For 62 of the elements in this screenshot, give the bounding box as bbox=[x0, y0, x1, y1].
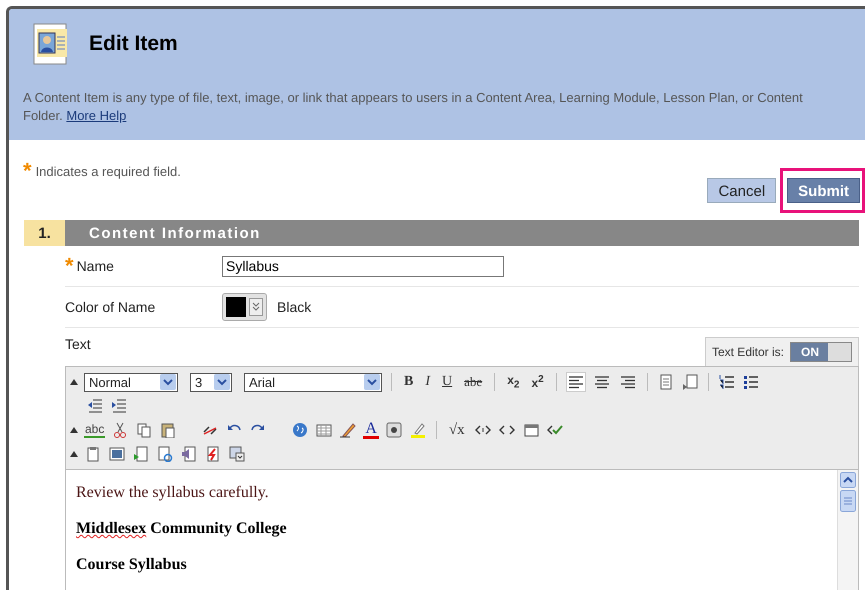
numbered-list-icon[interactable] bbox=[718, 374, 736, 390]
outdent-icon[interactable] bbox=[86, 398, 104, 414]
window-icon[interactable] bbox=[522, 422, 540, 438]
highlighter-icon[interactable] bbox=[408, 422, 427, 438]
dropdown-icon bbox=[160, 374, 176, 390]
color-picker[interactable] bbox=[222, 293, 267, 321]
editor-toggle[interactable]: ON bbox=[790, 342, 852, 362]
preview-icon[interactable] bbox=[156, 446, 174, 462]
copy-icon[interactable] bbox=[135, 422, 154, 438]
formula-button[interactable]: √x bbox=[446, 422, 468, 438]
indent-icon[interactable] bbox=[110, 398, 128, 414]
dropdown-icon bbox=[214, 374, 230, 390]
more-help-link[interactable]: More Help bbox=[66, 108, 126, 123]
script-button[interactable]: x$_{2}$ bbox=[504, 373, 522, 391]
format-button[interactable]: abe bbox=[461, 374, 486, 390]
collapse-icon[interactable] bbox=[70, 427, 78, 433]
collapse-icon[interactable] bbox=[70, 379, 78, 385]
content-heading: Course Syllabus bbox=[76, 556, 188, 574]
paste-icon[interactable] bbox=[159, 422, 178, 438]
color-name: Black bbox=[277, 299, 312, 315]
collapse-icon[interactable] bbox=[70, 451, 78, 457]
font-color-button[interactable]: A bbox=[363, 422, 379, 438]
align-button[interactable] bbox=[566, 372, 586, 392]
content-item-icon bbox=[33, 23, 69, 65]
section-number: 1. bbox=[24, 220, 65, 246]
scroll-thumb[interactable] bbox=[840, 490, 856, 512]
format-button[interactable]: B bbox=[401, 374, 416, 390]
format-button[interactable]: U bbox=[439, 374, 456, 390]
pencil-icon[interactable] bbox=[339, 422, 358, 438]
format-select[interactable]: Normal bbox=[84, 372, 178, 392]
script-button[interactable]: x$^{2}$ bbox=[528, 374, 547, 390]
dropdown-icon bbox=[249, 298, 263, 316]
page-description: A Content Item is any type of file, text, image, or link that appears to users in a Content Area, Learning Module, Lesson Plan, or Content Folder. More Help bbox=[23, 89, 804, 125]
section-title-bar: Content Information bbox=[65, 220, 859, 246]
globe-icon[interactable] bbox=[291, 422, 310, 438]
dropdown-icon bbox=[364, 374, 380, 390]
mashup-icon[interactable] bbox=[228, 446, 246, 462]
field-label: Text bbox=[65, 336, 91, 352]
required-asterisk: * bbox=[65, 259, 74, 273]
size-select[interactable]: 3 bbox=[190, 372, 232, 392]
table-icon[interactable] bbox=[315, 422, 334, 438]
scroll-up-icon[interactable] bbox=[840, 472, 856, 488]
toggle-label: Text Editor is: bbox=[712, 345, 784, 359]
spellcheck-button[interactable]: abc bbox=[84, 422, 106, 438]
submit-button[interactable]: Submit bbox=[787, 178, 860, 203]
format-button[interactable]: I bbox=[422, 374, 434, 390]
required-asterisk: * bbox=[23, 164, 32, 179]
image-icon[interactable] bbox=[108, 446, 126, 462]
required-note: Indicates a required field. bbox=[36, 164, 181, 179]
content-heading: Middlesex Community College bbox=[76, 520, 288, 538]
name-input[interactable]: Syllabus bbox=[222, 256, 504, 276]
document-arrow-icon[interactable] bbox=[680, 374, 699, 390]
field-label: Name bbox=[76, 258, 114, 274]
dial-icon[interactable] bbox=[384, 422, 403, 438]
audio-file-icon[interactable] bbox=[180, 446, 198, 462]
media-file-icon[interactable] bbox=[132, 446, 150, 462]
font-select[interactable]: Arial bbox=[244, 372, 382, 392]
content-paragraph: Review the syllabus carefully. bbox=[76, 484, 270, 502]
field-label: Color of Name bbox=[65, 299, 156, 315]
cancel-button[interactable]: Cancel bbox=[707, 178, 776, 203]
page-title: Edit Item bbox=[89, 32, 178, 56]
bullet-list-icon[interactable] bbox=[742, 374, 760, 390]
